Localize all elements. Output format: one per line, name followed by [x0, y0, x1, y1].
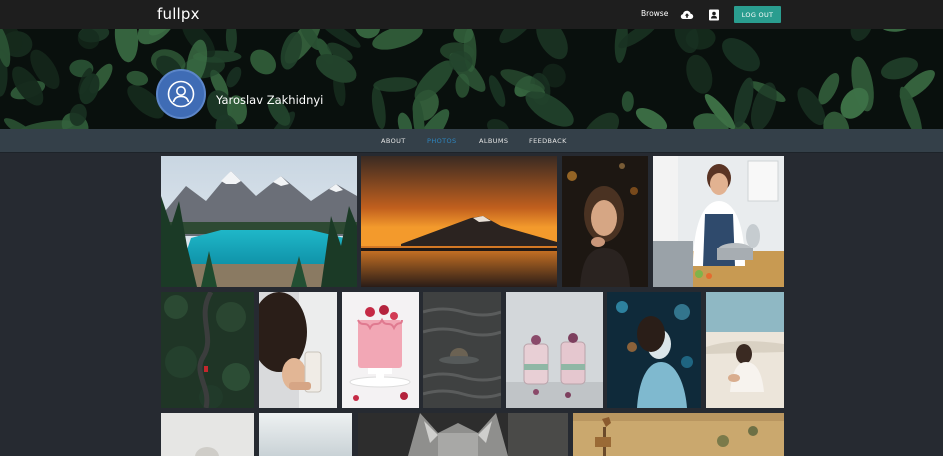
- profile-card-icon[interactable]: [707, 7, 721, 21]
- photo-person-light-backdrop[interactable]: [161, 413, 254, 456]
- profile-tabs: ABOUT PHOTOS ALBUMS FEEDBACK: [0, 129, 943, 153]
- photo-woman-on-sand[interactable]: [706, 292, 784, 408]
- logout-button[interactable]: LOG OUT: [734, 6, 781, 23]
- photo-woman-cooking[interactable]: [653, 156, 784, 287]
- photo-woman-portrait-night[interactable]: [562, 156, 648, 287]
- photo-woman-blue-lights[interactable]: [607, 292, 701, 408]
- leaf-background-image: [0, 29, 943, 129]
- browse-link[interactable]: Browse: [641, 9, 668, 18]
- photo-wolf-closeup[interactable]: [358, 413, 568, 456]
- top-bar: fullpx Browse LOG OUT: [0, 0, 943, 29]
- photo-pink-cake[interactable]: [342, 292, 419, 408]
- tab-photos[interactable]: PHOTOS: [427, 137, 457, 145]
- photo-hand-with-glass[interactable]: [259, 292, 337, 408]
- tab-about[interactable]: ABOUT: [381, 137, 406, 145]
- tab-feedback[interactable]: FEEDBACK: [529, 137, 567, 145]
- cloud-upload-icon[interactable]: [680, 7, 694, 21]
- photo-giraffe-savanna[interactable]: [573, 413, 784, 456]
- user-name: Yaroslav Zakhidnyi: [216, 93, 324, 107]
- profile-cover-banner: [0, 29, 943, 129]
- photo-sky[interactable]: [259, 413, 352, 456]
- user-avatar-icon[interactable]: [156, 69, 206, 119]
- photo-volcano-sunset[interactable]: [361, 156, 557, 287]
- tab-albums[interactable]: ALBUMS: [479, 137, 508, 145]
- photo-jars-with-berries[interactable]: [506, 292, 603, 408]
- app-logo[interactable]: fullpx: [157, 5, 200, 23]
- photo-mountain-lake[interactable]: [161, 156, 357, 287]
- photo-seal-in-water[interactable]: [423, 292, 501, 408]
- photo-forest-road-aerial[interactable]: [161, 292, 254, 408]
